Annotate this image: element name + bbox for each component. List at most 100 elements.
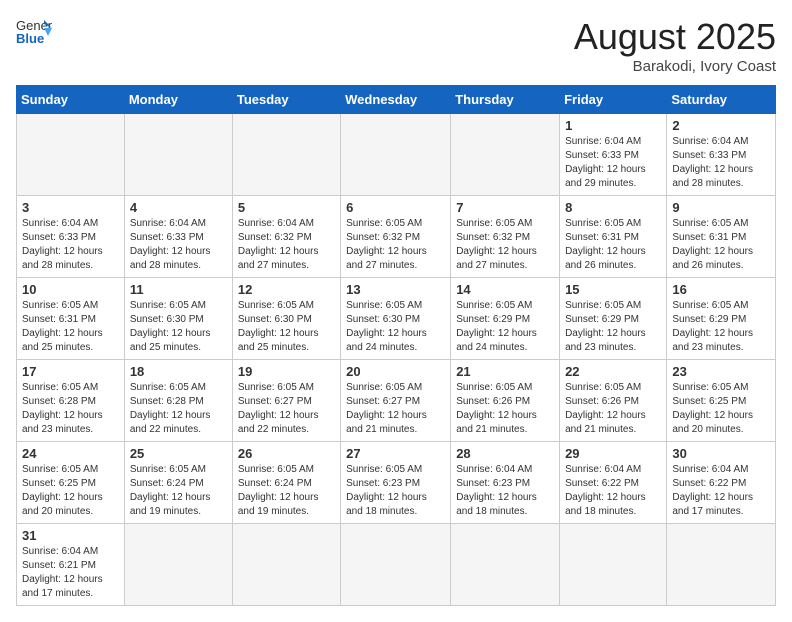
day-info: Sunrise: 6:05 AM Sunset: 6:27 PM Dayligh… (238, 381, 335, 437)
day-number: 1 (565, 118, 661, 133)
day-number: 14 (456, 282, 554, 297)
calendar-cell: 24Sunrise: 6:05 AM Sunset: 6:25 PM Dayli… (17, 442, 125, 524)
calendar-week-2: 3Sunrise: 6:04 AM Sunset: 6:33 PM Daylig… (17, 196, 776, 278)
day-info: Sunrise: 6:05 AM Sunset: 6:32 PM Dayligh… (456, 217, 554, 273)
calendar-cell (232, 524, 340, 606)
day-info: Sunrise: 6:05 AM Sunset: 6:24 PM Dayligh… (238, 463, 335, 519)
day-number: 17 (22, 364, 119, 379)
calendar-cell: 26 Sunrise: 6:05 AM Sunset: 6:24 PM Dayli… (232, 442, 340, 524)
calendar-cell: 21 Sunrise: 6:05 AM Sunset: 6:26 PM Dayli… (451, 360, 560, 442)
calendar-cell: 11 Sunrise: 6:05 AM Sunset: 6:30 PM Dayli… (124, 278, 232, 360)
calendar-cell: 13 Sunrise: 6:05 AM Sunset: 6:30 PM Dayli… (341, 278, 451, 360)
page-header: General Blue August 2025 Barakodi, Ivory… (16, 16, 776, 75)
day-info: Sunrise: 6:04 AM Sunset: 6:22 PM Dayligh… (672, 463, 770, 519)
day-info: Sunrise: 6:05 AM Sunset: 6:26 PM Dayligh… (565, 381, 661, 437)
day-number: 16 (672, 282, 770, 297)
day-number: 24 (22, 446, 119, 461)
day-info: Sunrise: 6:04 AM Sunset: 6:33 PM Dayligh… (22, 217, 119, 273)
day-number: 4 (130, 200, 227, 215)
day-number: 12 (238, 282, 335, 297)
day-number: 9 (672, 200, 770, 215)
day-info: Sunrise: 6:04 AM Sunset: 6:33 PM Dayligh… (565, 135, 661, 191)
calendar-cell (560, 524, 667, 606)
calendar-week-5: 24Sunrise: 6:05 AM Sunset: 6:25 PM Dayli… (17, 442, 776, 524)
calendar-cell (124, 524, 232, 606)
calendar-cell: 8Sunrise: 6:05 AM Sunset: 6:31 PM Daylig… (560, 196, 667, 278)
day-number: 6 (346, 200, 445, 215)
calendar-cell: 31 Sunrise: 6:04 AM Sunset: 6:21 PM Dayli… (17, 524, 125, 606)
calendar-cell: 12Sunrise: 6:05 AM Sunset: 6:30 PM Dayli… (232, 278, 340, 360)
calendar-cell: 20Sunrise: 6:05 AM Sunset: 6:27 PM Dayli… (341, 360, 451, 442)
day-number: 31 (22, 528, 119, 543)
calendar-cell: 30 Sunrise: 6:04 AM Sunset: 6:22 PM Dayli… (667, 442, 776, 524)
day-number: 7 (456, 200, 554, 215)
day-info: Sunrise: 6:05 AM Sunset: 6:31 PM Dayligh… (565, 217, 661, 273)
day-number: 18 (130, 364, 227, 379)
calendar-cell: 22 Sunrise: 6:05 AM Sunset: 6:26 PM Dayli… (560, 360, 667, 442)
day-number: 2 (672, 118, 770, 133)
column-header-saturday: Saturday (667, 86, 776, 114)
day-number: 30 (672, 446, 770, 461)
day-number: 5 (238, 200, 335, 215)
day-number: 20 (346, 364, 445, 379)
calendar-cell: 14Sunrise: 6:05 AM Sunset: 6:29 PM Dayli… (451, 278, 560, 360)
calendar-cell: 19 Sunrise: 6:05 AM Sunset: 6:27 PM Dayli… (232, 360, 340, 442)
day-number: 21 (456, 364, 554, 379)
day-info: Sunrise: 6:05 AM Sunset: 6:30 PM Dayligh… (346, 299, 445, 355)
column-header-monday: Monday (124, 86, 232, 114)
day-info: Sunrise: 6:05 AM Sunset: 6:31 PM Dayligh… (672, 217, 770, 273)
calendar-week-3: 10 Sunrise: 6:05 AM Sunset: 6:31 PM Dayli… (17, 278, 776, 360)
day-number: 11 (130, 282, 227, 297)
day-info: Sunrise: 6:05 AM Sunset: 6:25 PM Dayligh… (672, 381, 770, 437)
calendar-header-row: SundayMondayTuesdayWednesdayThursdayFrid… (17, 86, 776, 114)
day-number: 26 (238, 446, 335, 461)
calendar-cell: 25Sunrise: 6:05 AM Sunset: 6:24 PM Dayli… (124, 442, 232, 524)
day-info: Sunrise: 6:05 AM Sunset: 6:30 PM Dayligh… (130, 299, 227, 355)
day-number: 19 (238, 364, 335, 379)
day-info: Sunrise: 6:04 AM Sunset: 6:23 PM Dayligh… (456, 463, 554, 519)
day-number: 28 (456, 446, 554, 461)
day-info: Sunrise: 6:04 AM Sunset: 6:21 PM Dayligh… (22, 545, 119, 601)
calendar-cell (667, 524, 776, 606)
calendar-cell (341, 114, 451, 196)
day-info: Sunrise: 6:05 AM Sunset: 6:29 PM Dayligh… (672, 299, 770, 355)
calendar-cell (451, 524, 560, 606)
logo-icon: General Blue (16, 16, 52, 46)
day-info: Sunrise: 6:04 AM Sunset: 6:22 PM Dayligh… (565, 463, 661, 519)
column-header-thursday: Thursday (451, 86, 560, 114)
calendar-cell: 4 Sunrise: 6:04 AM Sunset: 6:33 PM Daylig… (124, 196, 232, 278)
day-info: Sunrise: 6:04 AM Sunset: 6:32 PM Dayligh… (238, 217, 335, 273)
day-number: 13 (346, 282, 445, 297)
day-number: 10 (22, 282, 119, 297)
column-header-wednesday: Wednesday (341, 86, 451, 114)
day-number: 22 (565, 364, 661, 379)
calendar-cell: 15Sunrise: 6:05 AM Sunset: 6:29 PM Dayli… (560, 278, 667, 360)
day-info: Sunrise: 6:05 AM Sunset: 6:26 PM Dayligh… (456, 381, 554, 437)
calendar-cell: 23Sunrise: 6:05 AM Sunset: 6:25 PM Dayli… (667, 360, 776, 442)
day-info: Sunrise: 6:05 AM Sunset: 6:24 PM Dayligh… (130, 463, 227, 519)
title-area: August 2025 Barakodi, Ivory Coast (574, 16, 776, 75)
day-info: Sunrise: 6:05 AM Sunset: 6:23 PM Dayligh… (346, 463, 445, 519)
calendar-cell (17, 114, 125, 196)
calendar-cell: 29Sunrise: 6:04 AM Sunset: 6:22 PM Dayli… (560, 442, 667, 524)
calendar-cell: 10 Sunrise: 6:05 AM Sunset: 6:31 PM Dayli… (17, 278, 125, 360)
calendar-cell: 5 Sunrise: 6:04 AM Sunset: 6:32 PM Daylig… (232, 196, 340, 278)
calendar-week-4: 17 Sunrise: 6:05 AM Sunset: 6:28 PM Dayli… (17, 360, 776, 442)
day-number: 27 (346, 446, 445, 461)
column-header-tuesday: Tuesday (232, 86, 340, 114)
logo: General Blue (16, 16, 52, 46)
calendar-cell: 17Sunrise: 6:05 AM Sunset: 6:28 PM Dayli… (17, 360, 125, 442)
calendar-cell (341, 524, 451, 606)
calendar-cell (124, 114, 232, 196)
calendar-cell: 6 Sunrise: 6:05 AM Sunset: 6:32 PM Daylig… (341, 196, 451, 278)
day-info: Sunrise: 6:05 AM Sunset: 6:29 PM Dayligh… (565, 299, 661, 355)
day-info: Sunrise: 6:05 AM Sunset: 6:32 PM Dayligh… (346, 217, 445, 273)
month-title: August 2025 (574, 16, 776, 58)
day-info: Sunrise: 6:04 AM Sunset: 6:33 PM Dayligh… (130, 217, 227, 273)
day-info: Sunrise: 6:05 AM Sunset: 6:31 PM Dayligh… (22, 299, 119, 355)
calendar-week-1: 1 Sunrise: 6:04 AM Sunset: 6:33 PM Daylig… (17, 114, 776, 196)
day-info: Sunrise: 6:05 AM Sunset: 6:28 PM Dayligh… (130, 381, 227, 437)
location-title: Barakodi, Ivory Coast (574, 58, 776, 75)
calendar-cell: 2Sunrise: 6:04 AM Sunset: 6:33 PM Daylig… (667, 114, 776, 196)
column-header-sunday: Sunday (17, 86, 125, 114)
